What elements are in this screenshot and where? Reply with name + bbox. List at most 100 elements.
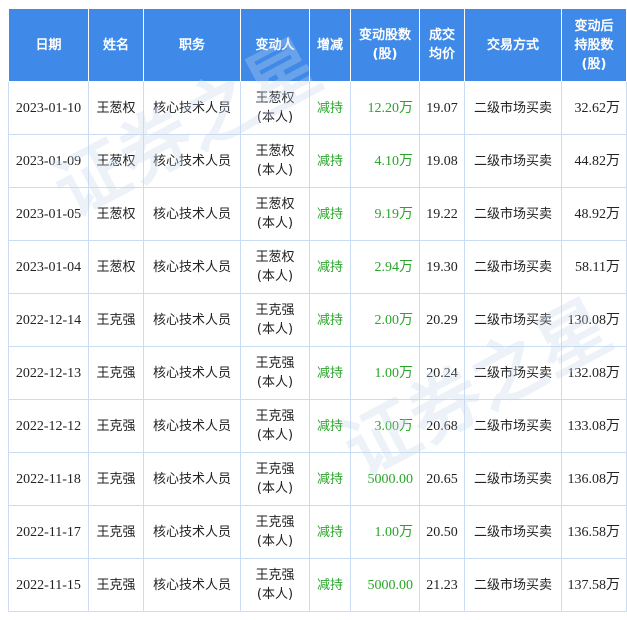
insider-trading-table-container: 日期 姓名 职务 变动人 增减 变动股数 (股) 成交 均价 交易方式 变动后 …	[8, 8, 627, 612]
header-changer: 变动人	[240, 8, 310, 82]
cell-method: 二级市场买卖	[464, 505, 562, 559]
table-row: 2023-01-10 王葱权 核心技术人员 王葱权 (本人) 减持 12.20万 19.07…	[8, 81, 627, 135]
cell-shares-changed: 9.19万	[350, 187, 420, 241]
cell-changer: 王克强 (本人)	[240, 293, 310, 347]
cell-method: 二级市场买卖	[464, 240, 562, 294]
table-row: 2023-01-05 王葱权 核心技术人员 王葱权 (本人) 减持 9.19万 19.22 二…	[8, 187, 627, 241]
cell-direction: 减持	[309, 558, 351, 612]
cell-method: 二级市场买卖	[464, 81, 562, 135]
cell-direction: 减持	[309, 134, 351, 188]
cell-avg-price: 19.07	[419, 81, 465, 135]
cell-position: 核心技术人员	[143, 399, 241, 453]
cell-shares-after: 58.11万	[561, 240, 627, 294]
cell-changer: 王克强 (本人)	[240, 558, 310, 612]
cell-date: 2022-11-15	[8, 558, 89, 612]
cell-position: 核心技术人员	[143, 505, 241, 559]
cell-direction: 减持	[309, 240, 351, 294]
header-row: 日期 姓名 职务 变动人 增减 变动股数 (股) 成交 均价 交易方式 变动后 …	[8, 8, 627, 82]
cell-method: 二级市场买卖	[464, 399, 562, 453]
header-direction: 增减	[309, 8, 351, 82]
cell-shares-changed: 1.00万	[350, 346, 420, 400]
cell-direction: 减持	[309, 81, 351, 135]
cell-avg-price: 20.65	[419, 452, 465, 506]
cell-date: 2023-01-09	[8, 134, 89, 188]
cell-position: 核心技术人员	[143, 81, 241, 135]
cell-name: 王克强	[88, 346, 144, 400]
cell-name: 王葱权	[88, 81, 144, 135]
table-row: 2022-11-17 王克强 核心技术人员 王克强 (本人) 减持 1.00万 20.50 二…	[8, 505, 627, 559]
cell-changer: 王克强 (本人)	[240, 452, 310, 506]
cell-method: 二级市场买卖	[464, 346, 562, 400]
cell-shares-changed: 4.10万	[350, 134, 420, 188]
table-row: 2022-12-13 王克强 核心技术人员 王克强 (本人) 减持 1.00万 20.24 二…	[8, 346, 627, 400]
cell-date: 2022-11-17	[8, 505, 89, 559]
cell-direction: 减持	[309, 187, 351, 241]
cell-shares-changed: 12.20万	[350, 81, 420, 135]
header-shares-changed: 变动股数 (股)	[350, 8, 420, 82]
cell-shares-changed: 2.94万	[350, 240, 420, 294]
cell-shares-after: 132.08万	[561, 346, 627, 400]
cell-position: 核心技术人员	[143, 452, 241, 506]
cell-shares-after: 32.62万	[561, 81, 627, 135]
cell-date: 2022-12-13	[8, 346, 89, 400]
cell-shares-after: 137.58万	[561, 558, 627, 612]
cell-direction: 减持	[309, 399, 351, 453]
cell-changer: 王克强 (本人)	[240, 399, 310, 453]
header-position: 职务	[143, 8, 241, 82]
table-row: 2023-01-09 王葱权 核心技术人员 王葱权 (本人) 减持 4.10万 19.08 二…	[8, 134, 627, 188]
cell-method: 二级市场买卖	[464, 452, 562, 506]
cell-direction: 减持	[309, 293, 351, 347]
cell-name: 王葱权	[88, 240, 144, 294]
cell-method: 二级市场买卖	[464, 293, 562, 347]
cell-avg-price: 20.50	[419, 505, 465, 559]
cell-name: 王葱权	[88, 187, 144, 241]
header-shares-after: 变动后 持股数 (股)	[561, 8, 627, 82]
table-row: 2022-11-15 王克强 核心技术人员 王克强 (本人) 减持 5000.00 21.2…	[8, 558, 627, 612]
cell-avg-price: 19.22	[419, 187, 465, 241]
cell-date: 2023-01-04	[8, 240, 89, 294]
cell-shares-changed: 2.00万	[350, 293, 420, 347]
cell-changer: 王克强 (本人)	[240, 346, 310, 400]
cell-direction: 减持	[309, 452, 351, 506]
cell-name: 王克强	[88, 399, 144, 453]
cell-avg-price: 20.68	[419, 399, 465, 453]
cell-position: 核心技术人员	[143, 293, 241, 347]
header-method: 交易方式	[464, 8, 562, 82]
cell-changer: 王克强 (本人)	[240, 505, 310, 559]
cell-method: 二级市场买卖	[464, 187, 562, 241]
cell-shares-changed: 3.00万	[350, 399, 420, 453]
cell-name: 王克强	[88, 558, 144, 612]
cell-shares-changed: 5000.00	[350, 452, 420, 506]
header-avg-price: 成交 均价	[419, 8, 465, 82]
cell-shares-changed: 5000.00	[350, 558, 420, 612]
cell-date: 2022-12-12	[8, 399, 89, 453]
cell-changer: 王葱权 (本人)	[240, 240, 310, 294]
cell-date: 2022-11-18	[8, 452, 89, 506]
cell-changer: 王葱权 (本人)	[240, 134, 310, 188]
cell-shares-after: 133.08万	[561, 399, 627, 453]
cell-date: 2023-01-05	[8, 187, 89, 241]
cell-position: 核心技术人员	[143, 558, 241, 612]
cell-avg-price: 19.30	[419, 240, 465, 294]
cell-position: 核心技术人员	[143, 240, 241, 294]
cell-position: 核心技术人员	[143, 134, 241, 188]
cell-changer: 王葱权 (本人)	[240, 187, 310, 241]
table-row: 2022-12-12 王克强 核心技术人员 王克强 (本人) 减持 3.00万 20.68 二…	[8, 399, 627, 453]
table-row: 2022-12-14 王克强 核心技术人员 王克强 (本人) 减持 2.00万 20.29 二…	[8, 293, 627, 347]
cell-name: 王克强	[88, 452, 144, 506]
cell-method: 二级市场买卖	[464, 134, 562, 188]
cell-shares-after: 130.08万	[561, 293, 627, 347]
cell-name: 王克强	[88, 293, 144, 347]
cell-shares-after: 44.82万	[561, 134, 627, 188]
cell-shares-after: 48.92万	[561, 187, 627, 241]
table-row: 2022-11-18 王克强 核心技术人员 王克强 (本人) 减持 5000.00 20.6…	[8, 452, 627, 506]
cell-direction: 减持	[309, 346, 351, 400]
cell-name: 王克强	[88, 505, 144, 559]
cell-changer: 王葱权 (本人)	[240, 81, 310, 135]
cell-avg-price: 19.08	[419, 134, 465, 188]
table-row: 2023-01-04 王葱权 核心技术人员 王葱权 (本人) 减持 2.94万 19.30 二…	[8, 240, 627, 294]
cell-name: 王葱权	[88, 134, 144, 188]
cell-date: 2022-12-14	[8, 293, 89, 347]
cell-position: 核心技术人员	[143, 346, 241, 400]
cell-shares-after: 136.58万	[561, 505, 627, 559]
